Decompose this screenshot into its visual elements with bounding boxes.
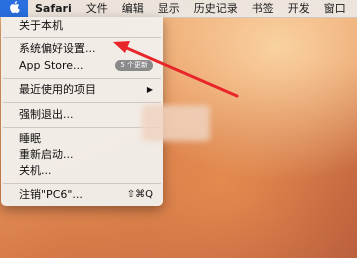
submenu-arrow-icon: ▶ xyxy=(146,85,153,94)
menu-item-log-out[interactable]: 注销"PC6"... ⇧⌘Q xyxy=(1,187,163,202)
keyboard-shortcut: ⇧⌘Q xyxy=(126,189,153,200)
update-count-badge: 5 个更新 xyxy=(115,60,153,71)
menu-separator xyxy=(3,183,161,184)
menu-item-shutdown[interactable]: 关机... xyxy=(1,163,163,178)
menu-app-safari[interactable]: Safari xyxy=(28,0,79,17)
menu-item-app-store[interactable]: App Store... 5 个更新 xyxy=(1,58,163,73)
menu-view[interactable]: 显示 xyxy=(151,0,187,17)
menu-item-label: 关机... xyxy=(19,164,52,177)
menu-item-force-quit[interactable]: 强制退出... xyxy=(1,107,163,122)
menu-separator xyxy=(3,78,161,79)
menu-item-label: 强制退出... xyxy=(19,108,74,121)
menu-item-label: 睡眠 xyxy=(19,132,41,145)
menu-history[interactable]: 历史记录 xyxy=(187,0,245,17)
menu-item-label: 最近使用的项目 xyxy=(19,83,96,96)
menu-item-label: 系统偏好设置... xyxy=(19,42,96,55)
apple-dropdown-menu: 关于本机 系统偏好设置... App Store... 5 个更新 最近使用的项… xyxy=(1,17,163,206)
menu-window[interactable]: 窗口 xyxy=(317,0,353,17)
blurred-region xyxy=(142,105,210,141)
menu-separator xyxy=(3,127,161,128)
menu-item-system-preferences[interactable]: 系统偏好设置... xyxy=(1,41,163,56)
apple-menu-button[interactable] xyxy=(0,0,28,17)
menu-item-label: 关于本机 xyxy=(19,19,63,32)
menu-item-label: App Store... xyxy=(19,59,84,72)
menu-separator xyxy=(3,37,161,38)
menu-bar: Safari 文件 编辑 显示 历史记录 书签 开发 窗口 xyxy=(0,0,357,18)
menu-item-label: 重新启动... xyxy=(19,148,74,161)
menu-item-restart[interactable]: 重新启动... xyxy=(1,147,163,162)
menu-edit[interactable]: 编辑 xyxy=(115,0,151,17)
menu-separator xyxy=(3,102,161,103)
menu-item-label: 注销"PC6"... xyxy=(19,188,83,201)
menu-file[interactable]: 文件 xyxy=(79,0,115,17)
menu-item-sleep[interactable]: 睡眠 xyxy=(1,131,163,146)
menu-develop[interactable]: 开发 xyxy=(281,0,317,17)
apple-icon xyxy=(9,1,20,16)
menu-item-recent-items[interactable]: 最近使用的项目 ▶ xyxy=(1,82,163,97)
menu-item-about-this-mac[interactable]: 关于本机 xyxy=(1,18,163,33)
menu-bookmarks[interactable]: 书签 xyxy=(245,0,281,17)
